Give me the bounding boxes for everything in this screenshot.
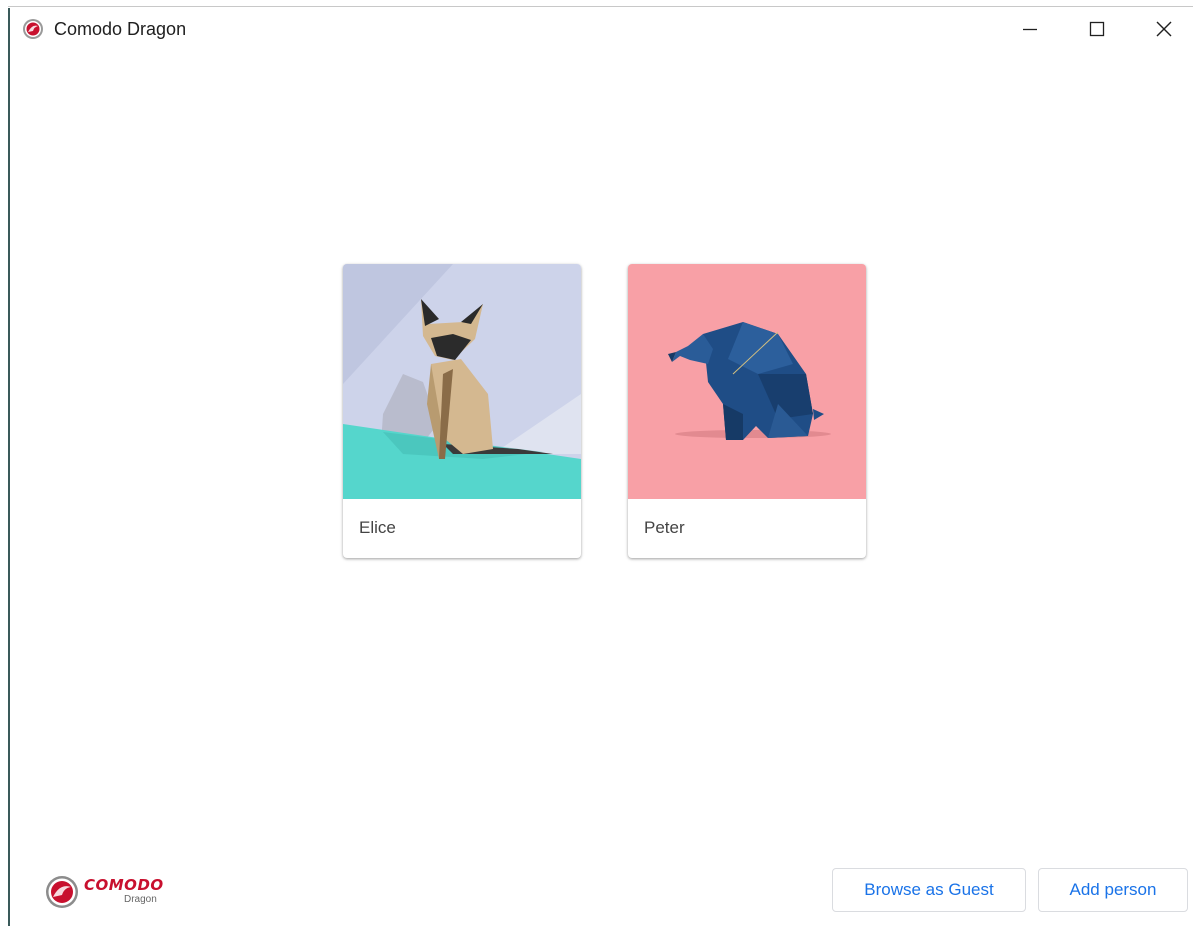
window-top-border bbox=[8, 6, 1193, 7]
profile-name-peter: Peter bbox=[644, 518, 685, 537]
close-icon bbox=[1156, 21, 1172, 37]
comodo-dragon-logo: COMODO Dragon bbox=[44, 872, 174, 912]
origami-cat-avatar bbox=[343, 264, 581, 499]
profile-card-elice[interactable]: Elice bbox=[343, 264, 581, 558]
add-person-button[interactable]: Add person bbox=[1038, 868, 1188, 912]
profile-picker-window: Comodo Dragon Elice Peter COMODO Dragon … bbox=[0, 0, 1193, 926]
logo-wordmark: COMODO bbox=[84, 876, 164, 894]
logo-subtitle: Dragon bbox=[124, 894, 157, 905]
origami-elephant-avatar bbox=[628, 264, 866, 499]
minimize-button[interactable] bbox=[1000, 8, 1060, 50]
title-bar[interactable]: Comodo Dragon bbox=[10, 8, 1193, 50]
profile-name-elice: Elice bbox=[359, 518, 396, 537]
comodo-dragon-logo-emblem bbox=[46, 876, 78, 908]
window-left-border bbox=[8, 8, 10, 926]
close-button[interactable] bbox=[1134, 8, 1193, 50]
comodo-dragon-app-icon bbox=[23, 19, 43, 39]
maximize-button[interactable] bbox=[1067, 8, 1127, 50]
minimize-icon bbox=[1023, 28, 1037, 31]
browse-as-guest-button[interactable]: Browse as Guest bbox=[832, 868, 1026, 912]
window-title: Comodo Dragon bbox=[54, 19, 187, 39]
maximize-icon bbox=[1089, 21, 1105, 37]
profile-card-peter[interactable]: Peter bbox=[628, 264, 866, 558]
